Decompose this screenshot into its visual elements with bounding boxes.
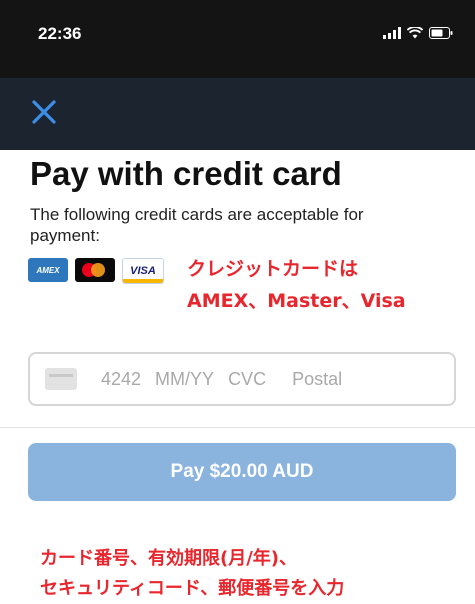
wifi-icon: [407, 27, 423, 39]
cards-annotation: クレジットカードは AMEX、Master、Visa: [187, 253, 406, 317]
fields-annotation-line1: カード番号、有効期限(月/年)、: [40, 548, 298, 569]
card-input-field[interactable]: 4242 MM/YY CVC Postal: [28, 352, 456, 406]
amex-card-icon: AMEX: [28, 258, 68, 282]
cvc-placeholder[interactable]: CVC: [228, 369, 266, 390]
fields-annotation-line2: セキュリティコード、郵便番号を入力: [40, 578, 345, 599]
fields-annotation: カード番号、有効期限(月/年)、 セキュリティコード、郵便番号を入力: [40, 544, 344, 604]
nav-bar: [0, 78, 475, 150]
postal-placeholder[interactable]: Postal: [292, 369, 342, 390]
card-number-value[interactable]: 4242: [101, 369, 141, 390]
close-button[interactable]: [28, 96, 60, 128]
pay-button[interactable]: Pay $20.00 AUD: [28, 443, 456, 501]
visa-card-icon: VISA: [122, 258, 164, 284]
status-bar: 22:36: [0, 0, 475, 78]
page-subtitle: The following credit cards are acceptabl…: [30, 205, 364, 245]
card-placeholder-icon: [45, 368, 77, 390]
close-icon: [32, 100, 56, 124]
signal-icon: [383, 27, 401, 39]
cards-annotation-line1: クレジットカードは: [187, 258, 359, 280]
cards-annotation-line2: AMEX、Master、Visa: [187, 290, 406, 312]
status-icons: [383, 27, 453, 39]
battery-icon: [429, 27, 453, 39]
mastercard-card-icon: [75, 258, 115, 282]
divider: [0, 427, 475, 428]
status-time: 22:36: [38, 24, 82, 43]
expiry-placeholder[interactable]: MM/YY: [155, 369, 214, 390]
accepted-cards: AMEX VISA: [28, 258, 164, 284]
page-title: Pay with credit card: [30, 155, 342, 192]
